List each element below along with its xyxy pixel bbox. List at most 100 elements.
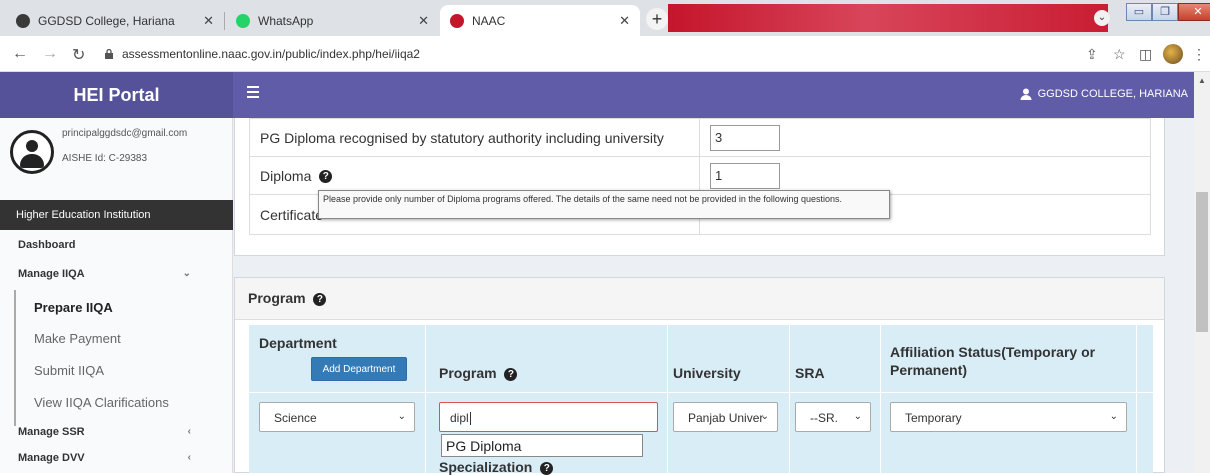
- sidebar-section-header: Higher Education Institution: [0, 200, 233, 230]
- scrollbar-thumb[interactable]: [1196, 192, 1208, 332]
- column-header-label: Program: [439, 365, 497, 381]
- sidebar-item-manage-ssr[interactable]: Manage SSR ‹: [0, 426, 233, 438]
- column-divider: [789, 325, 790, 473]
- tab-separator: [224, 12, 225, 30]
- globe-icon: [16, 13, 30, 28]
- text-caret: [469, 412, 471, 426]
- sidebar-item-label: Manage DVV: [18, 452, 85, 464]
- add-department-button[interactable]: Add Department: [311, 357, 407, 381]
- program-panel: Program ? Department Add Department Prog…: [234, 277, 1165, 475]
- select-value: Panjab Univer: [688, 411, 764, 425]
- browser-toolbar: ← → ↻ assessmentonline.naac.gov.in/publi…: [0, 36, 1210, 72]
- whatsapp-icon: [236, 13, 250, 28]
- sidebar-item-manage-iiqa[interactable]: Manage IIQA ⌄: [0, 268, 233, 280]
- tab-title: NAAC: [472, 13, 506, 28]
- university-select[interactable]: Panjab Univer ⌄: [673, 402, 778, 432]
- kebab-menu-icon[interactable]: ⋮: [1192, 46, 1206, 63]
- sidebar-item-make-payment[interactable]: Make Payment: [34, 331, 121, 346]
- sidebar-item-view-clarifications[interactable]: View IIQA Clarifications: [34, 395, 169, 410]
- help-icon[interactable]: ?: [319, 170, 333, 184]
- input-value: dipl: [450, 411, 469, 425]
- pg-diploma-count-input[interactable]: 3: [710, 124, 780, 151]
- autocomplete-suggestion[interactable]: PG Diploma: [441, 434, 643, 457]
- close-icon[interactable]: ✕: [619, 13, 630, 29]
- tab-title: GGDSD College, Hariana: [38, 13, 175, 28]
- chevron-left-icon: ‹: [187, 426, 191, 437]
- sidebar-item-manage-dvv[interactable]: Manage DVV ‹: [0, 452, 233, 464]
- blurred-tab-area: [668, 4, 1108, 32]
- column-header-university: University: [673, 365, 741, 381]
- sidebar: principalggdsdc@gmail.com AISHE Id: C-29…: [0, 118, 233, 473]
- chevron-down-icon: ⌄: [397, 411, 406, 422]
- profile-avatar[interactable]: [1163, 44, 1183, 64]
- select-value: --SR.: [810, 411, 838, 425]
- program-table: Department Add Department Program ? Univ…: [249, 325, 1153, 475]
- help-icon[interactable]: ?: [504, 367, 518, 381]
- diploma-questions-panel: PG Diploma recognised by statutory autho…: [234, 118, 1165, 256]
- browser-tab-strip: GGDSD College, Hariana ✕ WhatsApp ✕ NAAC…: [0, 0, 1210, 36]
- chevron-left-icon: ‹: [187, 452, 191, 463]
- reload-icon[interactable]: ↻: [72, 45, 85, 65]
- sra-select[interactable]: --SR. ⌄: [795, 402, 871, 432]
- url-text: assessmentonline.naac.gov.in/public/inde…: [122, 47, 420, 61]
- forward-arrow-icon[interactable]: →: [42, 45, 58, 63]
- department-select[interactable]: Science ⌄: [259, 402, 415, 432]
- chevron-down-icon: ⌄: [760, 411, 769, 422]
- chevron-down-icon: ⌄: [1109, 411, 1118, 422]
- chevron-down-icon: ⌄: [182, 268, 191, 279]
- column-divider: [667, 325, 668, 473]
- sidebar-item-label: Manage SSR: [18, 426, 85, 438]
- scroll-up-arrow-icon[interactable]: ▲: [1198, 76, 1206, 85]
- program-input[interactable]: dipl: [439, 402, 658, 432]
- maximize-button[interactable]: ❐: [1152, 3, 1178, 21]
- chevron-down-icon: ⌄: [853, 411, 862, 422]
- question-label: PG Diploma recognised by statutory autho…: [249, 118, 700, 157]
- diploma-label: Diploma: [260, 167, 312, 184]
- column-header-program: Program ?: [439, 365, 518, 381]
- address-bar[interactable]: assessmentonline.naac.gov.in/public/inde…: [104, 47, 420, 61]
- column-divider: [425, 325, 426, 473]
- column-divider: [880, 325, 881, 473]
- sidebar-item-prepare-iiqa[interactable]: Prepare IIQA: [34, 300, 113, 315]
- browser-tab-naac[interactable]: NAAC ✕: [440, 5, 640, 36]
- lock-icon: [105, 49, 113, 59]
- submenu-tree-line: [14, 290, 16, 426]
- affiliation-select[interactable]: Temporary ⌄: [890, 402, 1127, 432]
- sidebar-item-submit-iiqa[interactable]: Submit IIQA: [34, 363, 104, 378]
- side-panel-icon[interactable]: ◫: [1139, 46, 1152, 63]
- avatar: [10, 130, 54, 174]
- bookmark-star-icon[interactable]: ☆: [1113, 46, 1126, 63]
- aishe-id: AISHE Id: C-29383: [62, 153, 148, 164]
- table-row: Diploma ? 1: [249, 156, 1151, 195]
- column-header-department: Department: [259, 335, 337, 351]
- back-arrow-icon[interactable]: ←: [12, 45, 28, 63]
- diploma-count-input[interactable]: 1: [710, 162, 780, 189]
- program-panel-header: Program ?: [235, 278, 1164, 320]
- share-icon[interactable]: ⇪: [1086, 46, 1098, 63]
- answer-cell: 1: [699, 156, 1151, 195]
- answer-cell: 3: [699, 118, 1151, 157]
- main-content: PG Diploma recognised by statutory autho…: [233, 118, 1194, 475]
- close-icon[interactable]: ✕: [203, 13, 214, 29]
- new-tab-button[interactable]: +: [646, 8, 668, 30]
- browser-tab-whatsapp[interactable]: WhatsApp ✕: [226, 5, 439, 36]
- sidebar-item-label: Manage IIQA: [18, 268, 85, 280]
- sidebar-item-dashboard[interactable]: Dashboard: [0, 239, 233, 251]
- close-window-button[interactable]: ✕: [1178, 3, 1210, 21]
- select-value: Science: [274, 411, 317, 425]
- question-label: Diploma ?: [249, 156, 700, 195]
- select-value: Temporary: [905, 411, 962, 425]
- close-icon[interactable]: ✕: [418, 13, 429, 29]
- help-tooltip: Please provide only number of Diploma pr…: [318, 190, 890, 219]
- hamburger-menu-icon[interactable]: [247, 86, 259, 101]
- user-menu[interactable]: GGDSD COLLEGE, HARIANA: [1020, 88, 1188, 100]
- tab-search-chevron-icon[interactable]: ⌄: [1094, 10, 1110, 26]
- help-icon[interactable]: ?: [313, 292, 327, 306]
- brand-logo[interactable]: HEI Portal: [0, 72, 233, 118]
- user-email: principalggdsdc@gmail.com: [62, 128, 188, 139]
- column-header-affiliation: Affiliation Status(Temporary or Permanen…: [890, 344, 1096, 378]
- column-header-sra: SRA: [795, 365, 825, 381]
- minimize-button[interactable]: ▭: [1126, 3, 1152, 21]
- table-row: PG Diploma recognised by statutory autho…: [249, 118, 1151, 157]
- browser-tab-ggdsd[interactable]: GGDSD College, Hariana ✕: [6, 5, 224, 36]
